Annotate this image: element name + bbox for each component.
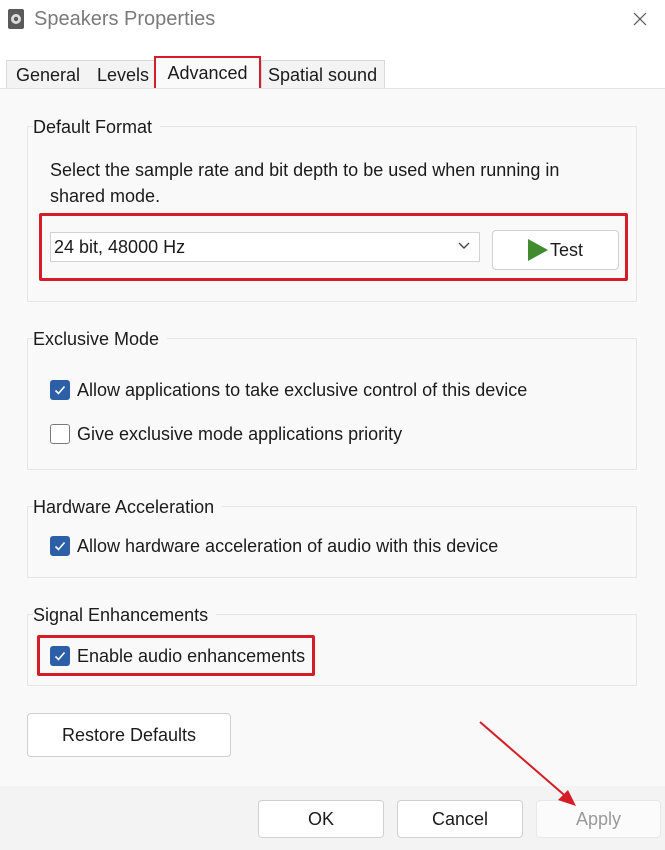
test-button[interactable]: Test <box>492 230 619 270</box>
exclusive-mode-title: Exclusive Mode <box>33 329 168 350</box>
test-button-label: Test <box>549 239 583 260</box>
hardware-acceleration-title: Hardware Acceleration <box>33 497 223 518</box>
allow-hw-row[interactable]: Allow hardware acceleration of audio wit… <box>50 534 498 558</box>
enable-enhancements-row[interactable]: Enable audio enhancements <box>50 644 305 668</box>
restore-defaults-button[interactable]: Restore Defaults <box>27 713 231 757</box>
give-priority-checkbox[interactable] <box>50 424 70 444</box>
enable-enhancements-checkbox[interactable] <box>50 646 70 666</box>
default-format-title: Default Format <box>33 117 161 138</box>
play-icon <box>527 239 548 261</box>
default-format-description: Select the sample rate and bit depth to … <box>50 160 560 206</box>
exclusive-mode-group <box>27 338 637 470</box>
ok-button[interactable]: OK <box>258 800 384 838</box>
tab-levels[interactable]: Levels <box>86 60 156 88</box>
cancel-button[interactable]: Cancel <box>397 800 523 838</box>
speaker-icon <box>7 8 25 30</box>
tab-general[interactable]: General <box>6 60 86 88</box>
close-icon <box>633 12 647 26</box>
allow-exclusive-label: Allow applications to take exclusive con… <box>77 379 528 400</box>
sample-rate-select[interactable]: 24 bit, 48000 Hz <box>50 232 480 262</box>
checkmark-icon <box>54 385 66 395</box>
title-bar: Speakers Properties <box>0 0 665 40</box>
sample-rate-value: 24 bit, 48000 Hz <box>54 237 186 257</box>
window-title: Speakers Properties <box>34 8 216 30</box>
close-button[interactable] <box>625 4 655 34</box>
enable-enhancements-label: Enable audio enhancements <box>77 645 306 666</box>
allow-exclusive-checkbox[interactable] <box>50 380 70 400</box>
tab-spatial-sound[interactable]: Spatial sound <box>261 60 385 88</box>
chevron-down-icon <box>458 242 470 249</box>
tab-bar: General Levels Advanced Spatial sound <box>0 56 665 90</box>
allow-hw-label: Allow hardware acceleration of audio wit… <box>77 535 499 556</box>
allow-hw-checkbox[interactable] <box>50 536 70 556</box>
apply-button[interactable]: Apply <box>536 800 661 838</box>
give-priority-label: Give exclusive mode applications priorit… <box>77 423 403 444</box>
checkmark-icon <box>54 541 66 551</box>
signal-enhancements-title: Signal Enhancements <box>33 605 217 626</box>
checkmark-icon <box>54 651 66 661</box>
allow-exclusive-row[interactable]: Allow applications to take exclusive con… <box>50 378 527 402</box>
tab-advanced[interactable]: Advanced <box>154 56 261 90</box>
give-priority-row[interactable]: Give exclusive mode applications priorit… <box>50 422 402 446</box>
